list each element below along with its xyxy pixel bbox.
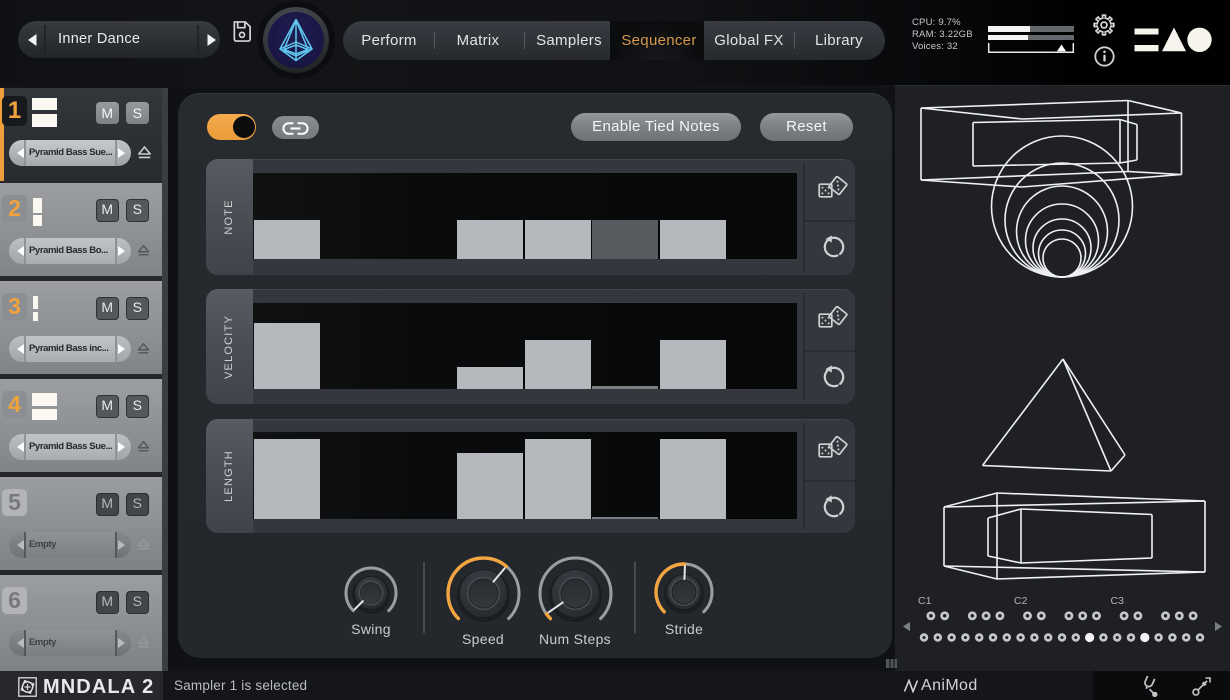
- svg-text:C2: C2: [1014, 595, 1028, 607]
- svg-text:C1: C1: [918, 595, 932, 607]
- svg-text:C3: C3: [1111, 595, 1125, 607]
